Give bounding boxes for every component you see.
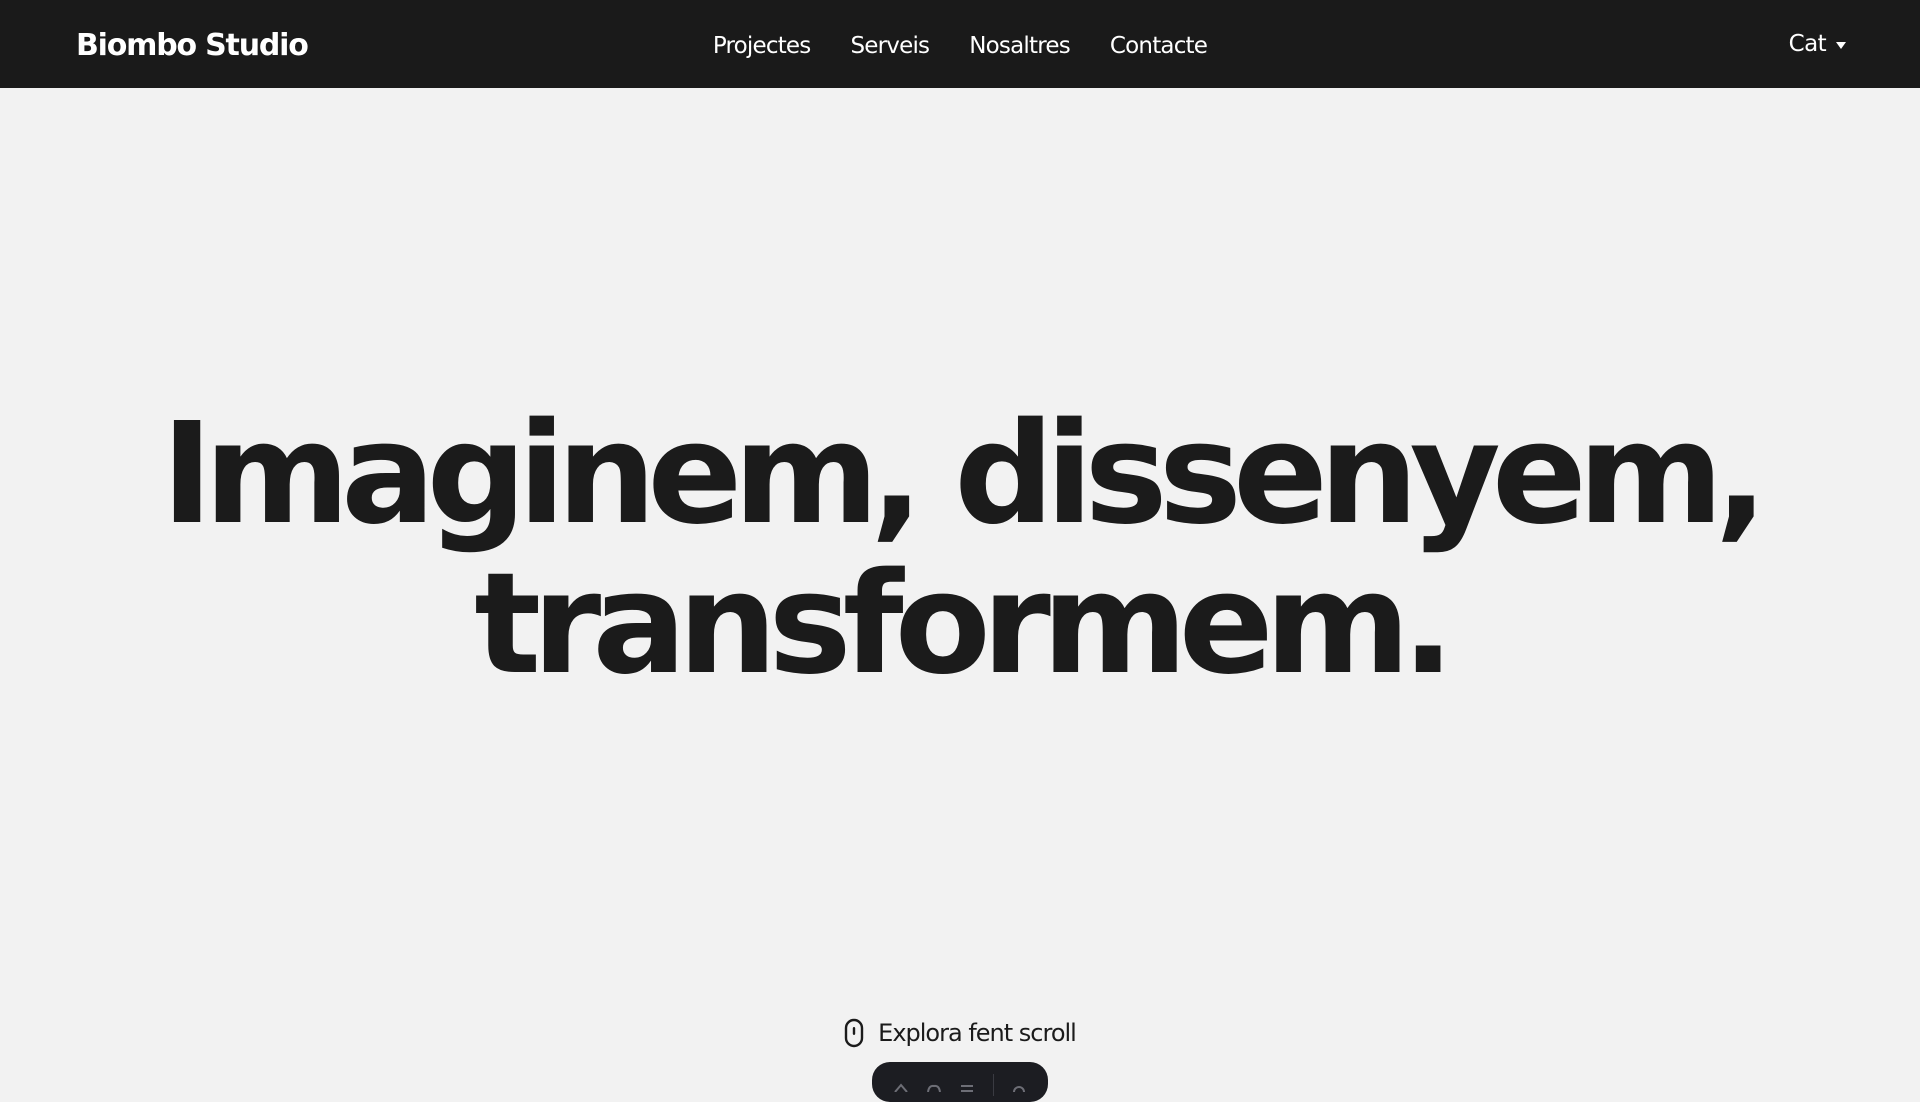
bottom-dock — [872, 1062, 1048, 1102]
dock-divider — [992, 1074, 994, 1096]
nav-item-nosaltres[interactable]: Nosaltres — [969, 27, 1070, 61]
hero-title-line-1: Imaginem, dissenyem, — [161, 393, 1768, 556]
mouse-icon — [844, 1018, 864, 1048]
nav-item-projectes[interactable]: Projectes — [713, 27, 811, 61]
menu-icon[interactable] — [959, 1082, 975, 1092]
settings-icon[interactable] — [1011, 1082, 1027, 1092]
hero-title: Imaginem, dissenyem, transformem. — [0, 400, 1920, 700]
brand-logo[interactable]: Biombo Studio — [76, 28, 309, 64]
top-navbar: Biombo Studio Projectes Serveis Nosaltre… — [0, 0, 1920, 88]
scroll-hint: Explora fent scroll — [0, 1018, 1920, 1048]
home-icon[interactable] — [893, 1082, 909, 1092]
hero-title-line-2: transformem. — [474, 543, 1454, 706]
language-label: Cat — [1788, 31, 1827, 57]
chevron-down-icon — [1836, 41, 1846, 49]
scroll-hint-text: Explora fent scroll — [878, 1019, 1077, 1047]
nav-item-contacte[interactable]: Contacte — [1110, 27, 1208, 61]
language-selector[interactable]: Cat — [1789, 29, 1846, 59]
hero-section: Imaginem, dissenyem, transformem. — [0, 400, 1920, 700]
nav-item-serveis[interactable]: Serveis — [850, 27, 930, 61]
cloud-icon[interactable] — [926, 1082, 942, 1092]
